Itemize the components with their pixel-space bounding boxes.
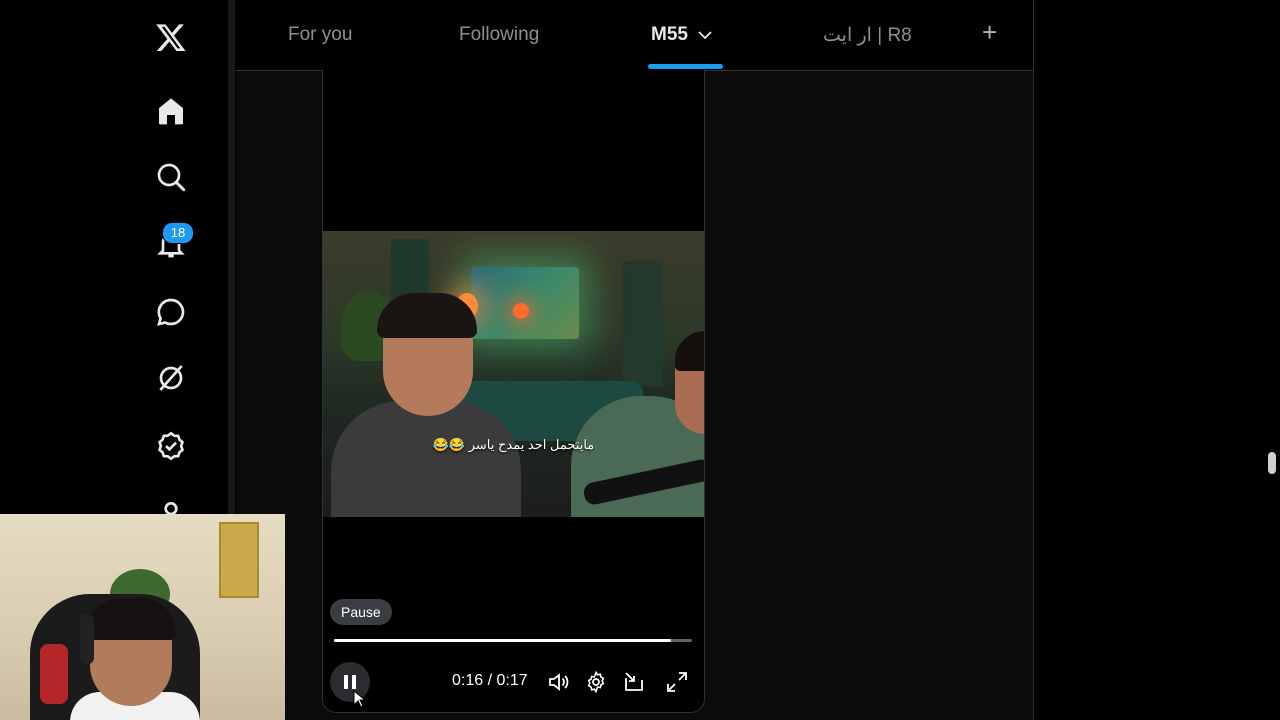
home-icon[interactable] [151,91,191,131]
settings-gear-icon[interactable] [582,668,610,696]
video-frame[interactable]: مايتحمل احد يمدح ياسر 😂😂 [323,231,704,517]
video-subtitle: مايتحمل احد يمدح ياسر 😂😂 [432,437,595,452]
messages-chat-icon[interactable] [151,292,191,332]
active-tab-indicator [648,64,723,69]
verified-icon[interactable] [151,426,191,466]
add-tab-plus-icon[interactable]: + [982,17,997,48]
webcam-headset [80,614,94,664]
tab-for-you[interactable]: For you [288,0,352,70]
video-player[interactable]: مايتحمل احد يمدح ياسر 😂😂 Pause 0:16 / 0:… [322,70,705,713]
tab-following[interactable]: Following [459,0,539,70]
x-logo-icon[interactable] [151,17,191,57]
notification-count-badge: 18 [162,222,194,244]
scene-lamp-small [513,303,529,319]
timeline-tabs: For you Following M55 ار ايت | R8 + [236,0,1033,71]
volume-icon[interactable] [545,668,573,696]
tab-r8[interactable]: ار ايت | R8 [823,0,912,70]
person-left-hair [377,293,477,338]
pause-icon [344,675,356,689]
webcam-chair-accent [40,644,68,704]
picture-in-picture-icon[interactable] [620,668,648,696]
video-progress-bar[interactable] [334,639,692,642]
video-time: 0:16 / 0:17 [452,672,528,689]
video-controls: 0:16 / 0:17 [323,662,704,702]
page-scrollbar-thumb[interactable] [1268,452,1276,474]
scene-shelf-right [623,261,663,386]
chevron-down-icon [698,24,712,46]
search-icon[interactable] [151,157,191,197]
tab-m55[interactable]: M55 [651,0,712,70]
pause-tooltip: Pause [330,599,392,625]
scene-tv [471,267,579,339]
mouse-cursor-icon [353,689,367,713]
video-progress-fill [334,639,671,642]
webcam-wall-frame [219,522,259,598]
person-right-hair [675,331,704,371]
webcam-overlay [0,514,285,720]
tab-m55-label: M55 [651,24,688,45]
person-left-body [331,401,521,517]
fullscreen-icon[interactable] [663,668,691,696]
grok-icon[interactable] [151,358,191,398]
